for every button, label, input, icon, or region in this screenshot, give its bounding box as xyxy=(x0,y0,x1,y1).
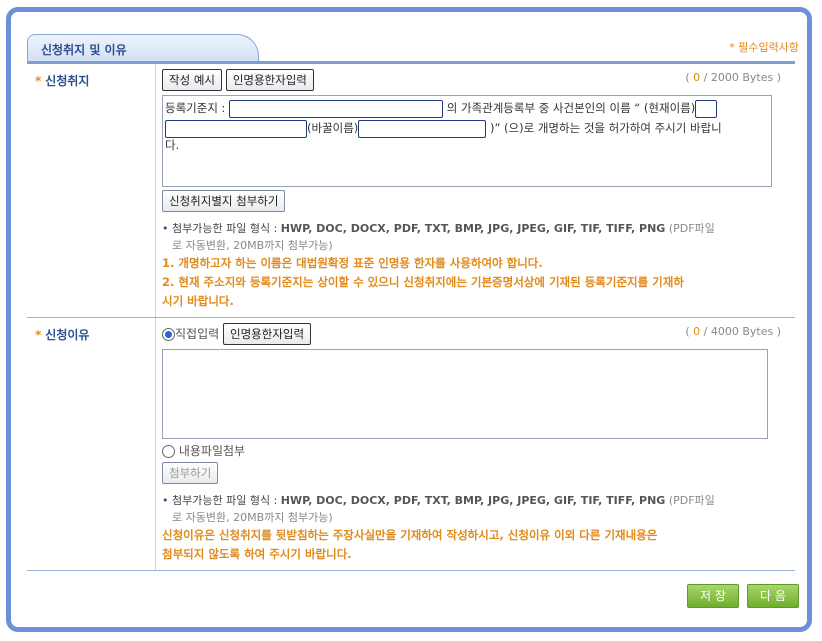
reason-byte-count: 0 xyxy=(693,325,701,338)
purpose-warning-1: 1. 개명하고자 하는 이름은 대법원확정 표준 인명용 한자를 사용하여야 합… xyxy=(162,256,543,270)
purpose-byte-count: 0 xyxy=(693,71,701,84)
new-name-input[interactable] xyxy=(358,119,487,138)
purpose-byte-max: / 2000 Bytes xyxy=(703,71,774,84)
purpose-textarea[interactable]: 등록기준지 : 의 가족관계등록부 중 사건본인의 이름 “ (현재이름) (바… xyxy=(162,95,772,187)
format-label: 첨부가능한 파일 형식 : xyxy=(172,222,278,235)
reason-label: 신청이유 xyxy=(45,328,90,342)
reason-byte-counter: ( 0 / 4000 Bytes ) xyxy=(685,325,781,338)
purpose-line-1: 등록기준지 : 의 가족관계등록부 중 사건본인의 이름 “ (현재이름) xyxy=(165,98,769,118)
reason-warning-1: 신청이유은 신청취지를 뒷받침하는 주장사실만을 기재하여 작성하시고, 신청이… xyxy=(162,528,658,542)
registration-place-input[interactable] xyxy=(229,99,444,118)
purpose-line1-text: 의 가족관계등록부 중 사건본인의 이름 “ (현재이름) xyxy=(446,101,696,115)
format-list: HWP, DOC, DOCX, PDF, TXT, BMP, JPG, JPEG… xyxy=(280,494,666,507)
reason-byte-max: / 4000 Bytes xyxy=(703,325,774,338)
required-star-icon: * xyxy=(35,328,42,342)
required-star-icon: * xyxy=(35,74,42,88)
purpose-content: 작성 예시 인명용한자입력 ( 0 / 2000 Bytes ) 등록기준지 :… xyxy=(155,64,795,318)
direct-input-radio[interactable] xyxy=(162,328,175,341)
section-title: 신청취지 및 이유 xyxy=(41,43,127,57)
current-name-input-cont[interactable] xyxy=(165,119,307,138)
purpose-attach-button[interactable]: 신청취지별지 첨부하기 xyxy=(162,190,286,212)
reason-textarea[interactable] xyxy=(162,349,768,439)
purpose-byte-counter: ( 0 / 2000 Bytes ) xyxy=(685,71,781,84)
required-note: * 필수입력사항 xyxy=(729,41,799,54)
purpose-warning-2a: 2. 현재 주소지와 등록기준지는 상이할 수 있으니 신청취지에는 기본증명서… xyxy=(162,275,684,289)
file-attach-option: 내용파일첨부 xyxy=(162,442,789,459)
hanja-input-button[interactable]: 인명용한자입력 xyxy=(225,69,314,91)
purpose-line-3: 다. xyxy=(165,138,180,152)
new-name-label: (바꿀이름) xyxy=(307,121,359,135)
purpose-row: * 신청취지 작성 예시 인명용한자입력 ( 0 / 2000 Bytes ) 등… xyxy=(27,64,795,318)
bullet-icon: • xyxy=(162,222,169,235)
purpose-warning-2b: 시기 바랍니다. xyxy=(162,294,234,308)
reason-hanja-button[interactable]: 인명용한자입력 xyxy=(223,323,312,345)
reason-content: 직접입력 인명용한자입력 ( 0 / 4000 Bytes ) 내용파일첨부 첨… xyxy=(155,317,795,571)
file-attach-radio[interactable] xyxy=(162,445,175,458)
purpose-line-2: (바꿀이름) )” (으)로 개명하는 것을 허가하여 주시기 바랍니 xyxy=(165,118,769,138)
purpose-label-cell: * 신청취지 xyxy=(27,64,156,318)
format-note-b: 로 자동변환, 20MB까지 첨부가능) xyxy=(172,511,333,524)
reason-attach-button[interactable]: 첨부하기 xyxy=(162,462,219,484)
purpose-attach-wrap: 신청취지별지 첨부하기 xyxy=(162,190,789,212)
format-list: HWP, DOC, DOCX, PDF, TXT, BMP, JPG, JPEG… xyxy=(280,222,666,235)
bullet-icon: • xyxy=(162,494,169,507)
save-button[interactable]: 저 장 xyxy=(687,584,739,608)
reason-format-note: • 첨부가능한 파일 형식 : HWP, DOC, DOCX, PDF, TXT… xyxy=(162,492,789,526)
reason-attach-wrap: 첨부하기 xyxy=(162,462,789,484)
reason-warning-2: 첨부되지 않도록 하여 주시기 바랍니다. xyxy=(162,547,352,561)
form-table: * 신청취지 작성 예시 인명용한자입력 ( 0 / 2000 Bytes ) 등… xyxy=(27,64,795,571)
example-button[interactable]: 작성 예시 xyxy=(162,69,222,91)
format-label: 첨부가능한 파일 형식 : xyxy=(172,494,278,507)
direct-input-label: 직접입력 xyxy=(175,327,220,341)
purpose-line2-text: )” (으)로 개명하는 것을 허가하여 주시기 바랍니 xyxy=(489,121,722,135)
format-note-b: 로 자동변환, 20MB까지 첨부가능) xyxy=(172,239,333,252)
file-attach-label: 내용파일첨부 xyxy=(178,444,246,458)
reason-row: * 신청이유 직접입력 인명용한자입력 ( 0 / 4000 Bytes ) 내용… xyxy=(27,317,795,571)
purpose-label: 신청취지 xyxy=(45,74,90,88)
format-note-a: (PDF파일 xyxy=(668,494,715,507)
format-note-a: (PDF파일 xyxy=(668,222,715,235)
reason-label-cell: * 신청이유 xyxy=(27,317,156,571)
purpose-format-note: • 첨부가능한 파일 형식 : HWP, DOC, DOCX, PDF, TXT… xyxy=(162,220,789,254)
registration-label: 등록기준지 : xyxy=(165,101,226,115)
footer-buttons: 저 장 다 음 xyxy=(27,584,799,608)
main-panel: 신청취지 및 이유 * 필수입력사항 * 신청취지 작성 예시 인명용한자입력 (… xyxy=(6,7,812,632)
section-tab: 신청취지 및 이유 xyxy=(27,34,259,61)
next-button[interactable]: 다 음 xyxy=(747,584,799,608)
current-name-input[interactable] xyxy=(695,99,718,118)
